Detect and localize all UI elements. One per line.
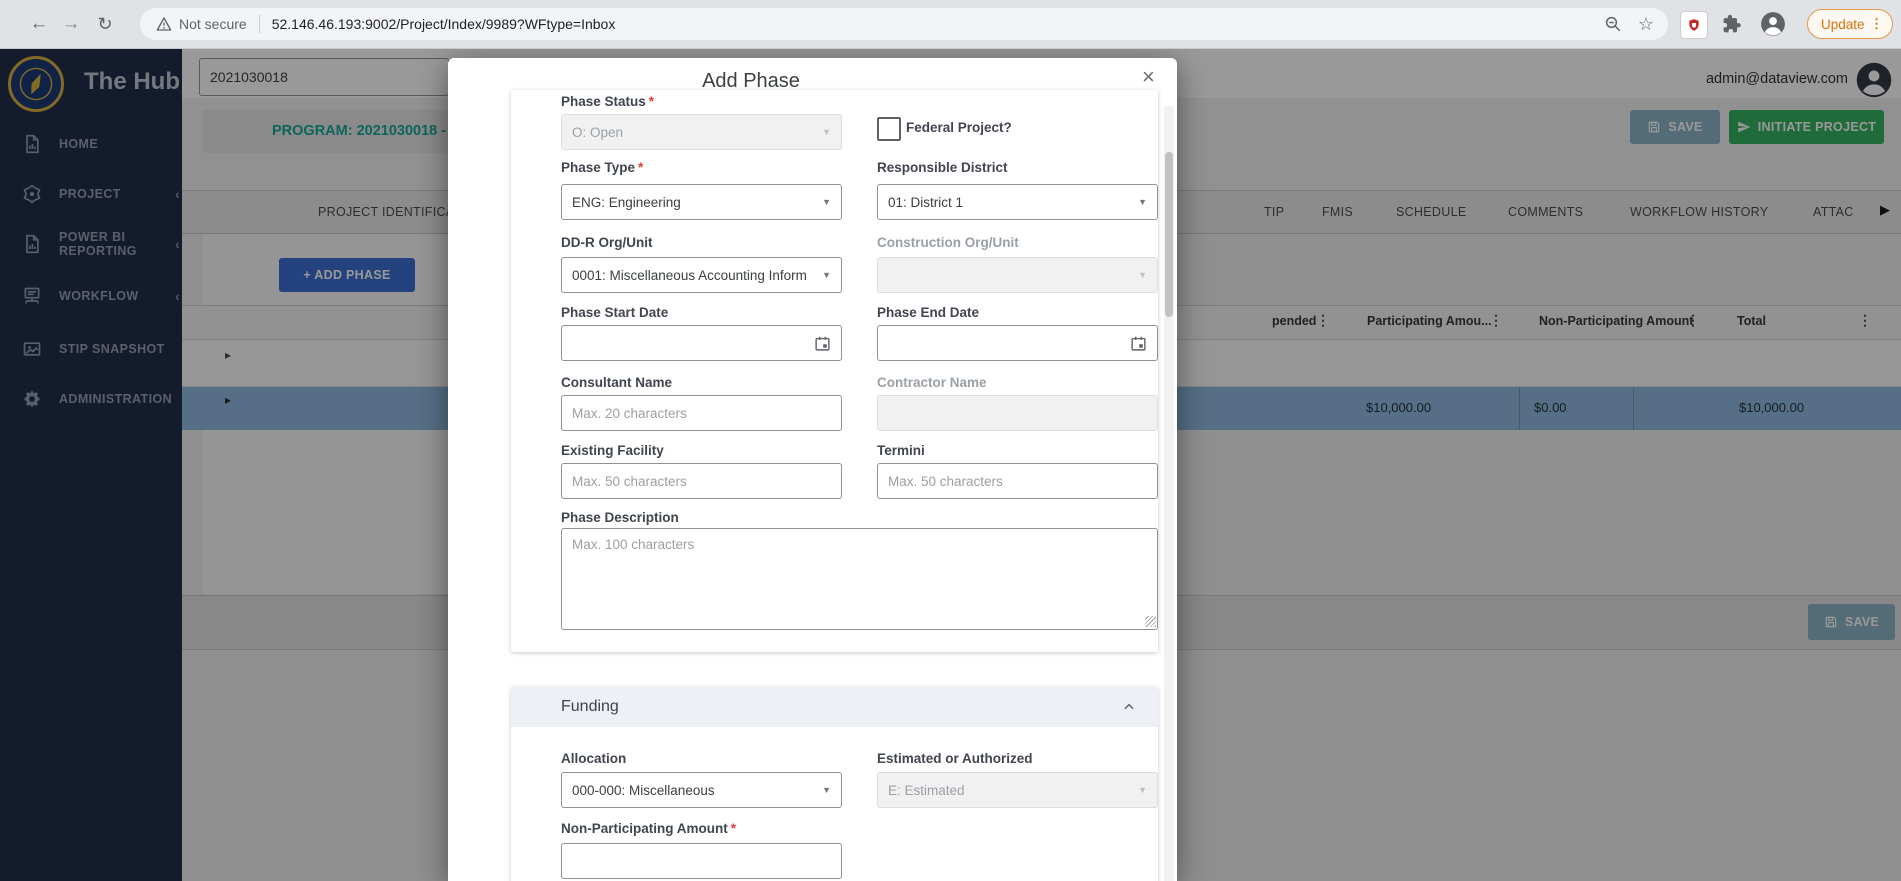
- phase-start-date-label: Phase Start Date: [561, 305, 669, 320]
- allocation-select[interactable]: 000-000: Miscellaneous ▼: [561, 772, 842, 808]
- phase-end-date-input[interactable]: [877, 325, 1158, 361]
- required-asterisk: *: [730, 821, 737, 836]
- non-participating-amount-input[interactable]: [561, 843, 842, 879]
- existing-facility-input[interactable]: [561, 463, 842, 499]
- chevron-down-icon: ▼: [822, 785, 831, 795]
- update-label: Update: [1821, 16, 1865, 32]
- browser-toolbar: ← → ↻ Not secure 52.146.46.193:9002/Proj…: [0, 0, 1901, 49]
- federal-project-label: Federal Project?: [906, 120, 1012, 135]
- phase-description-label: Phase Description: [561, 510, 679, 525]
- label-text: Phase Status: [561, 94, 646, 109]
- ddr-org-unit-label: DD-R Org/Unit: [561, 235, 653, 250]
- url-text: 52.146.46.193:9002/Project/Index/9989?WF…: [271, 16, 616, 32]
- add-phase-modal: Add Phase × Phase Status * O: Open ▼ Fede…: [448, 58, 1177, 881]
- browser-forward-icon[interactable]: →: [60, 0, 82, 48]
- ddr-org-unit-value: 0001: Miscellaneous Accounting Inform: [572, 267, 807, 283]
- browser-profile-avatar[interactable]: [1760, 11, 1786, 37]
- funding-title: Funding: [561, 698, 619, 715]
- allocation-value: 000-000: Miscellaneous: [572, 782, 715, 798]
- ddr-org-unit-select[interactable]: 0001: Miscellaneous Accounting Inform ▼: [561, 257, 842, 293]
- phase-type-value: ENG: Engineering: [572, 194, 681, 210]
- responsible-district-value: 01: District 1: [888, 194, 964, 210]
- browser-reload-icon[interactable]: ↻: [94, 0, 116, 48]
- chevron-down-icon: ▼: [1138, 785, 1147, 795]
- allocation-label: Allocation: [561, 751, 627, 766]
- calendar-icon[interactable]: [814, 335, 831, 352]
- phase-status-value: O: Open: [572, 124, 624, 140]
- consultant-name-label: Consultant Name: [561, 375, 673, 390]
- browser-back-icon[interactable]: ←: [28, 0, 50, 48]
- existing-facility-label: Existing Facility: [561, 443, 664, 458]
- browser-menu-kebab-icon[interactable]: ⋮: [1870, 16, 1883, 32]
- phase-status-label: Phase Status *: [561, 94, 654, 109]
- chevron-up-icon[interactable]: [1122, 700, 1136, 714]
- contractor-name-label: Contractor Name: [877, 375, 987, 390]
- calendar-icon[interactable]: [1130, 335, 1147, 352]
- bookmark-star-icon[interactable]: ☆: [1638, 15, 1654, 33]
- contractor-name-input: [877, 395, 1158, 431]
- responsible-district-select[interactable]: 01: District 1 ▼: [877, 184, 1158, 220]
- responsible-district-label: Responsible District: [877, 160, 1008, 175]
- estimated-or-authorized-value: E: Estimated: [888, 782, 965, 798]
- consultant-name-input[interactable]: [561, 395, 842, 431]
- extensions-puzzle-icon[interactable]: [1722, 14, 1742, 34]
- phase-description-textarea[interactable]: [561, 528, 1158, 630]
- phase-start-date-input[interactable]: [561, 325, 842, 361]
- label-text: Non-Participating Amount: [561, 821, 728, 836]
- modal-scrollbar-thumb[interactable]: [1165, 152, 1173, 317]
- security-label: Not secure: [179, 16, 247, 32]
- phase-type-label: Phase Type *: [561, 160, 643, 175]
- phase-end-date-label: Phase End Date: [877, 305, 980, 320]
- textarea-resize-grip[interactable]: [1145, 616, 1156, 627]
- required-asterisk: *: [638, 160, 644, 175]
- chevron-down-icon: ▼: [1138, 197, 1147, 207]
- federal-project-checkbox[interactable]: [877, 117, 901, 141]
- chevron-down-icon: ▼: [1138, 270, 1147, 280]
- zoom-out-icon[interactable]: [1604, 15, 1622, 33]
- non-participating-amount-label: Non-Participating Amount *: [561, 821, 736, 836]
- extension-shield-icon[interactable]: [1680, 11, 1708, 39]
- chevron-down-icon: ▼: [822, 270, 831, 280]
- address-bar[interactable]: Not secure 52.146.46.193:9002/Project/In…: [140, 8, 1668, 40]
- construction-org-unit-select: ▼: [877, 257, 1158, 293]
- chevron-down-icon: ▼: [822, 127, 831, 137]
- estimated-or-authorized-label: Estimated or Authorized: [877, 751, 1033, 766]
- phase-type-select[interactable]: ENG: Engineering ▼: [561, 184, 842, 220]
- funding-section-header[interactable]: Funding: [511, 687, 1158, 727]
- phase-status-select: O: Open ▼: [561, 114, 842, 150]
- estimated-or-authorized-select: E: Estimated ▼: [877, 772, 1158, 808]
- required-asterisk: *: [648, 94, 655, 109]
- screen: ← → ↻ Not secure 52.146.46.193:9002/Proj…: [0, 0, 1901, 881]
- chevron-down-icon: ▼: [822, 197, 831, 207]
- termini-label: Termini: [877, 443, 925, 458]
- label-text: Phase Type: [561, 160, 636, 175]
- construction-org-unit-label: Construction Org/Unit: [877, 235, 1019, 250]
- chrome-update-button[interactable]: Update ⋮: [1807, 9, 1893, 39]
- close-icon[interactable]: ×: [1142, 66, 1155, 88]
- omnibox-divider: [258, 15, 260, 33]
- termini-input[interactable]: [877, 463, 1158, 499]
- warning-icon: [156, 16, 172, 32]
